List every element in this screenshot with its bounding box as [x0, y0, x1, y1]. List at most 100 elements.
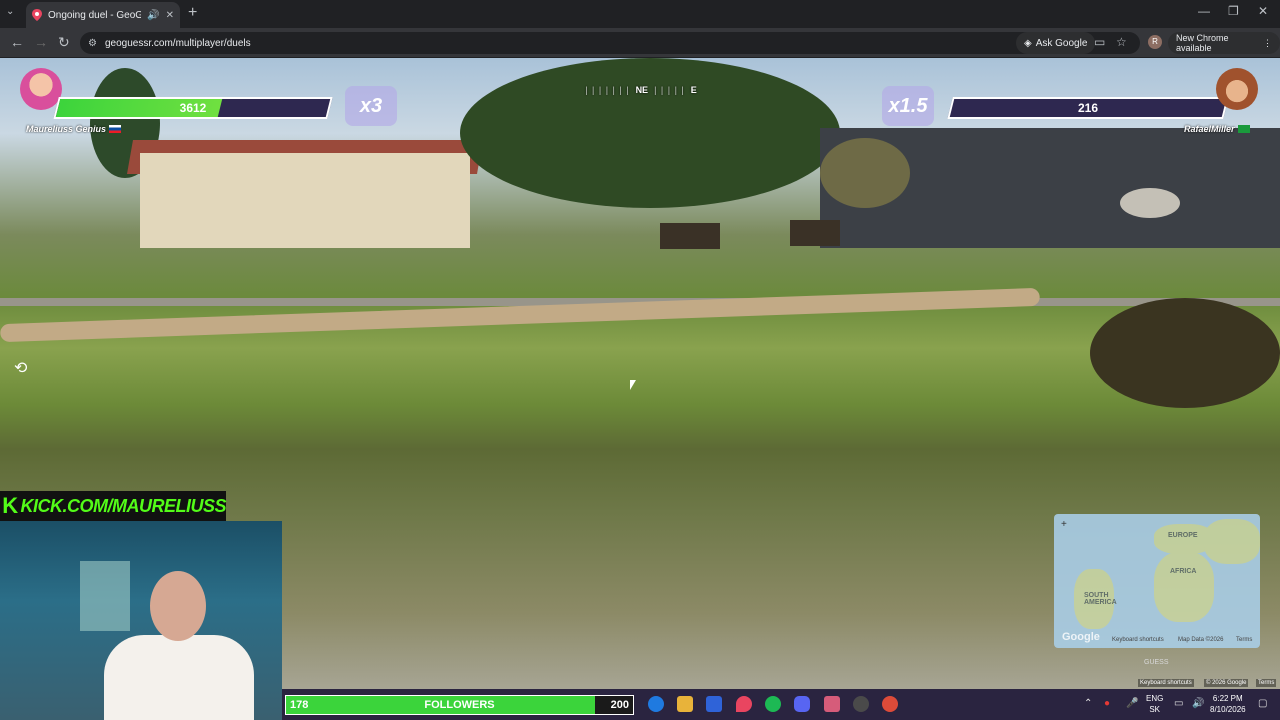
player-left-health-bar: 3612 — [53, 97, 333, 119]
new-chrome-label: New Chrome available — [1176, 33, 1229, 53]
browser-toolbar: ← → ↻ ⚙ geoguessr.com/multiplayer/duels … — [0, 28, 1280, 58]
edge-icon[interactable] — [648, 696, 664, 712]
site-info-icon[interactable]: ⚙ — [88, 38, 97, 49]
clock[interactable]: 6:22 PM 8/10/2026 — [1210, 693, 1246, 715]
geoguessr-icon[interactable] — [736, 696, 752, 712]
tray-record-icon[interactable]: ● — [1104, 698, 1110, 709]
forward-icon[interactable]: → — [34, 34, 48, 50]
language-indicator[interactable]: ENG SK — [1146, 693, 1163, 715]
bench-left — [660, 223, 720, 249]
camera-reset-icon[interactable]: ⟲ — [14, 358, 27, 378]
close-window-icon[interactable]: ✕ — [1258, 4, 1268, 18]
map-data: Map Data ©2026 — [1178, 637, 1224, 643]
brazil-flag-icon — [1237, 125, 1250, 133]
map-label-south-america: SOUTH AMERICA — [1084, 592, 1117, 606]
volume-icon[interactable]: 🔊 — [1192, 698, 1204, 709]
microphone-icon[interactable]: 🎤 — [1126, 698, 1138, 709]
sv-copyright: © 2026 Google — [1204, 679, 1249, 687]
new-chrome-button[interactable]: New Chrome available ⋮ — [1168, 32, 1280, 54]
player-left-name: Maureliuss Genius — [26, 124, 107, 134]
display-icon[interactable]: ▭ — [1174, 698, 1183, 709]
audio-icon[interactable]: 🔊 — [147, 10, 159, 21]
rock — [1120, 188, 1180, 218]
sv-terms[interactable]: Terms — [1256, 679, 1277, 687]
discord-icon[interactable] — [794, 696, 810, 712]
map-keyboard-shortcuts[interactable]: Keyboard shortcuts — [1112, 637, 1164, 643]
player-right-avatar — [1216, 68, 1258, 110]
kick-url: KICK.COM/MAURELIUSS — [20, 495, 227, 516]
mail-icon[interactable] — [706, 696, 722, 712]
file-explorer-icon[interactable] — [677, 696, 693, 712]
clock-date: 8/10/2026 — [1210, 705, 1246, 714]
streamer-body — [104, 635, 254, 720]
compass-e: E — [690, 85, 697, 95]
obs-icon[interactable] — [853, 696, 869, 712]
close-tab-icon[interactable]: ✕ — [166, 10, 174, 21]
player-left-multiplier: x3 — [345, 86, 397, 126]
tray-chevron-icon[interactable]: ⌃ — [1084, 698, 1092, 709]
map-terms[interactable]: Terms — [1236, 637, 1252, 643]
player-left-name-row: Maureliuss Genius — [26, 124, 122, 134]
followers-goal: 200 — [610, 699, 629, 711]
mouse-cursor — [630, 380, 636, 390]
tab-search-icon[interactable]: ⌄ — [6, 6, 14, 17]
url-text: geoguessr.com/multiplayer/duels — [104, 37, 251, 49]
cast-icon[interactable]: ▭ — [1094, 35, 1105, 49]
player-right-health-value: 216 — [1077, 101, 1099, 115]
kick-logo-icon: K — [0, 491, 21, 521]
ask-google-label: Ask Google — [1035, 37, 1088, 49]
screen: ⌄ Ongoing duel - GeoGuessr 🔊 ✕ + — ❐ ✕ ←… — [0, 0, 1280, 720]
map-asia-landmass — [1204, 519, 1260, 564]
player-right-multiplier: x1.5 — [882, 86, 934, 126]
player-right-name: RafaelMiller — [1184, 124, 1235, 134]
player-right-health-bar: 216 — [947, 97, 1229, 119]
app-icon[interactable] — [824, 696, 840, 712]
google-lens-icon: ◈ — [1024, 37, 1032, 49]
new-tab-icon[interactable]: + — [188, 4, 197, 22]
streamer-head — [150, 571, 206, 641]
notification-icon[interactable]: ▢ — [1258, 698, 1267, 709]
gravel-path — [0, 287, 1040, 343]
back-icon[interactable]: ← — [10, 34, 24, 50]
bookmark-star-icon[interactable]: ☆ — [1116, 35, 1127, 49]
google-logo: Google — [1062, 631, 1100, 643]
followers-label: FOLLOWERS — [424, 699, 495, 711]
ask-google-button[interactable]: ◈ Ask Google — [1016, 32, 1096, 54]
spotify-icon[interactable] — [765, 696, 781, 712]
map-zoom-in-icon[interactable]: + — [1061, 519, 1067, 530]
reload-icon[interactable]: ↻ — [58, 34, 70, 51]
browser-tabstrip: ⌄ Ongoing duel - GeoGuessr 🔊 ✕ + — ❐ ✕ — [0, 0, 1280, 28]
compass-ne: NE — [635, 85, 649, 95]
compass-ticks-right: | | | | | — [654, 85, 685, 95]
bench-right — [790, 220, 840, 246]
house — [140, 153, 470, 248]
minimize-icon[interactable]: — — [1198, 4, 1210, 18]
bush — [820, 138, 910, 208]
player-left-health-value: 3612 — [179, 101, 207, 115]
tab-title: Ongoing duel - GeoGuessr — [48, 9, 142, 21]
restore-icon[interactable]: ❐ — [1228, 4, 1239, 18]
guess-minimap[interactable]: EUROPE AFRICA SOUTH AMERICA — [1054, 514, 1260, 648]
streamer-webcam — [0, 521, 282, 720]
lang-line1: ENG — [1146, 694, 1164, 703]
clock-time: 6:22 PM — [1212, 694, 1243, 703]
map-label-europe: EUROPE — [1168, 532, 1198, 539]
guess-button[interactable]: GUESS — [1144, 659, 1169, 666]
compass: | | | | | | | NE | | | | | E — [566, 82, 716, 98]
map-africa-landmass — [1154, 552, 1214, 622]
tree-cluster — [460, 58, 840, 208]
map-label-africa: AFRICA — [1170, 568, 1197, 575]
chrome-icon[interactable] — [882, 696, 898, 712]
address-bar[interactable]: ⚙ geoguessr.com/multiplayer/duels — [80, 32, 1140, 54]
menu-kebab-icon[interactable]: ⋮ — [1263, 38, 1272, 49]
player-left-avatar — [20, 68, 62, 110]
webcam-window — [80, 561, 130, 631]
kick-banner: K KICK.COM/MAURELIUSS — [0, 491, 226, 521]
sv-keyboard-shortcuts[interactable]: Keyboard shortcuts — [1138, 679, 1194, 687]
geoguessr-favicon-icon — [32, 9, 42, 21]
tab-geoguessr[interactable]: Ongoing duel - GeoGuessr 🔊 ✕ — [26, 2, 180, 28]
profile-avatar[interactable]: R — [1148, 35, 1162, 49]
slovakia-flag-icon — [109, 125, 122, 133]
player-right-name-row: RafaelMiller — [1184, 124, 1250, 134]
lang-line2: SK — [1149, 705, 1160, 714]
